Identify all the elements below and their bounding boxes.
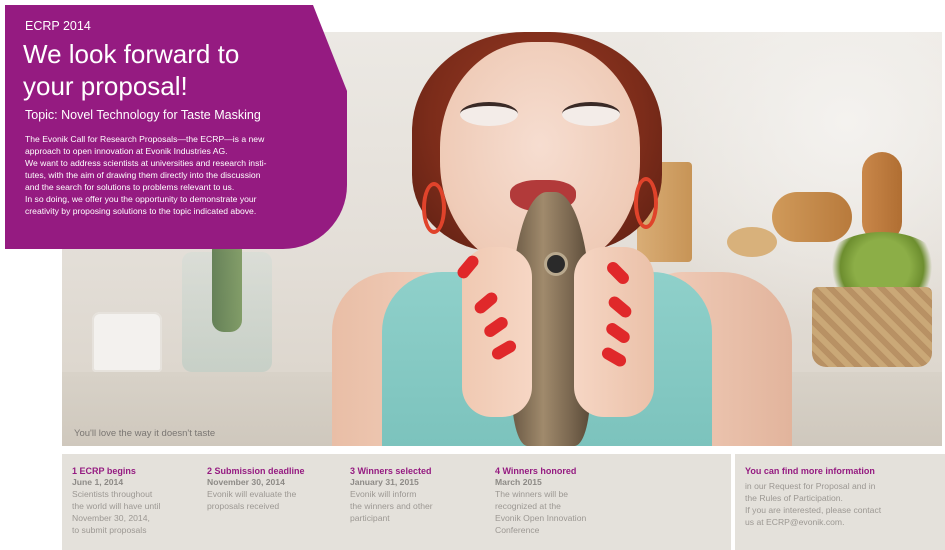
wicker-basket [812,287,932,367]
title-line: We look forward to [23,39,240,69]
step-description-line: The winners will be [495,489,569,499]
title-line: your proposal! [23,71,188,101]
step-description-line: the winners and other [350,501,433,511]
intro-line: In so doing, we offer you the opportunit… [25,194,257,204]
step-description-line: participant [350,513,390,523]
step-description-line: Evonik Open Innovation [495,513,587,523]
step-description-line: the world will have until [72,501,161,511]
step-description-line: to submit proposals [72,525,147,535]
more-info-box: You can find more information in our Req… [735,454,945,550]
info-line: in our Request for Proposal and in [745,481,876,491]
info-line: If you are interested, please contact [745,505,882,515]
intro-line: approach to open innovation at Evonik In… [25,146,228,156]
contact-email-line[interactable]: us at ECRP@evonik.com. [745,516,881,528]
timeline-step: 1 ECRP begins June 1, 2014 Scientists th… [72,466,160,536]
step-description-line: Scientists throughout [72,489,153,499]
kicker: ECRP 2014 [25,19,91,33]
intro-line: creativity by proposing solutions to the… [25,206,257,216]
intro-line: We want to address scientists at univers… [25,158,267,168]
step-description-line: Evonik will evaluate the [207,489,297,499]
step-description: Scientists throughout the world will hav… [72,488,160,536]
step-description-line: Conference [495,525,540,535]
step-date: June 1, 2014 [72,477,124,487]
timeline-step: 4 Winners honored March 2015 The winners… [495,466,586,536]
step-description-line: Evonik will inform [350,489,417,499]
step-date: November 30, 2014 [207,477,285,487]
baguette [862,152,902,242]
step-description-line: proposals received [207,501,280,511]
right-eye [562,102,620,126]
timeline-step: 3 Winners selected January 31, 2015 Evon… [350,466,433,524]
left-earring [422,182,446,234]
intro-text: The Evonik Call for Research Proposals—t… [25,133,325,217]
right-earring [634,177,658,229]
background-jar [92,312,162,372]
step-description: Evonik will evaluate the proposals recei… [207,488,305,512]
woman-eating-fish [312,32,792,446]
step-title: 2 Submission deadline [207,466,305,476]
left-eye [460,102,518,126]
step-title: 4 Winners honored [495,466,577,476]
timeline-step: 2 Submission deadline November 30, 2014 … [207,466,305,512]
info-title: You can find more information [745,466,875,476]
step-date: March 2015 [495,477,542,487]
step-title: 3 Winners selected [350,466,432,476]
step-description-line: recognized at the [495,501,561,511]
fish-eye [544,252,568,276]
info-line: the Rules of Participation. [745,493,843,503]
step-description-line: November 30, 2014, [72,513,150,523]
step-date: January 31, 2015 [350,477,419,487]
intro-line: and the search for solutions to problems… [25,182,235,192]
photo-tagline: You'll love the way it doesn't taste [74,428,216,439]
headline-panel: ECRP 2014 We look forward to your propos… [5,5,347,249]
info-text: in our Request for Proposal and in the R… [745,480,881,528]
step-title: 1 ECRP begins [72,466,136,476]
intro-line: The Evonik Call for Research Proposals—t… [25,134,265,144]
page-title: We look forward to your proposal! [23,38,343,102]
timeline: 1 ECRP begins June 1, 2014 Scientists th… [62,454,731,550]
topic: Topic: Novel Technology for Taste Maskin… [25,108,261,122]
step-description: The winners will be recognized at the Ev… [495,488,586,536]
step-description: Evonik will inform the winners and other… [350,488,433,524]
intro-line: tutes, with the aim of drawing them dire… [25,170,261,180]
